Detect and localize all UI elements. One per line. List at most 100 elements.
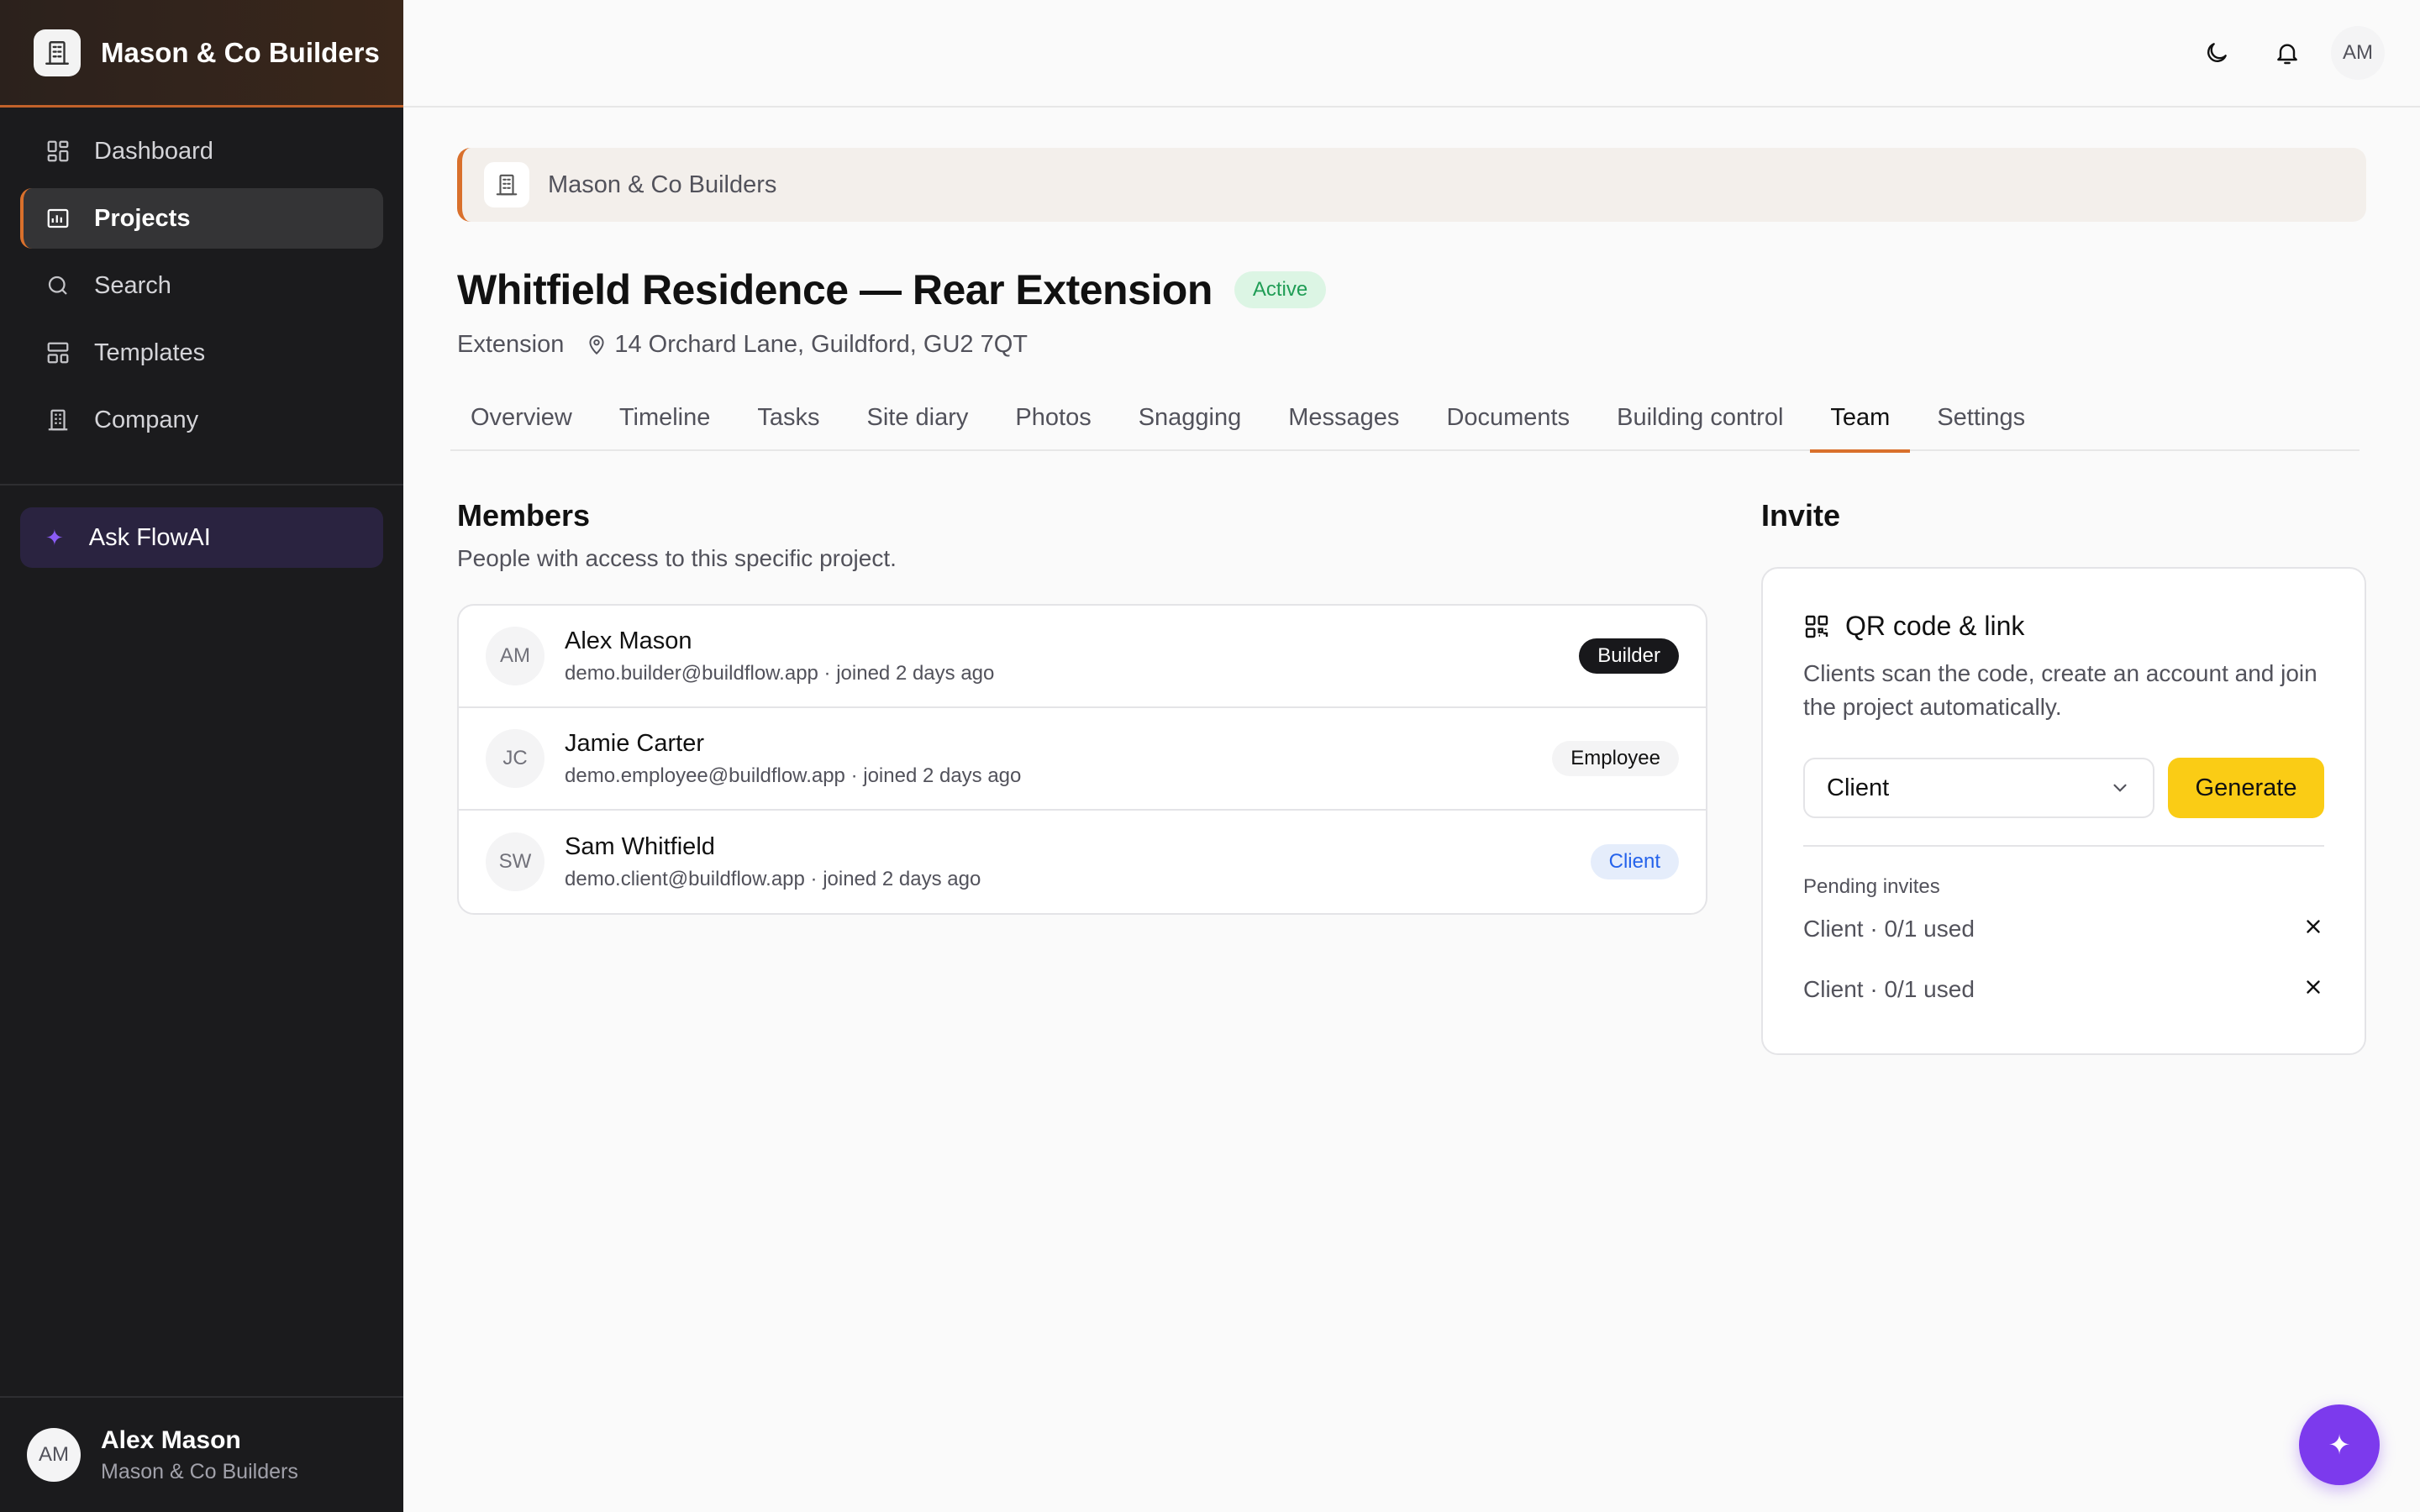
table-row[interactable]: SW Sam Whitfield demo.client@buildflow.a… — [459, 811, 1706, 913]
sidebar-item-templates[interactable]: Templates — [20, 323, 383, 383]
revoke-invite-button[interactable] — [2302, 916, 2324, 943]
building-icon — [484, 162, 529, 207]
role-badge: Employee — [1552, 741, 1679, 776]
app-root: Mason & Co Builders Dashboard Projects S… — [0, 0, 2420, 1512]
avatar: AM — [27, 1428, 81, 1482]
ask-flowai-label: Ask FlowAI — [88, 523, 211, 551]
table-row[interactable]: AM Alex Mason demo.builder@buildflow.app… — [459, 606, 1706, 708]
team-columns: Members People with access to this speci… — [457, 498, 2366, 1055]
main-area: AM Mason & Co Builders Whitfield Residen… — [403, 0, 2420, 1512]
tab-team[interactable]: Team — [1810, 401, 1911, 453]
generate-button[interactable]: Generate — [2168, 758, 2324, 818]
company-banner[interactable]: Mason & Co Builders — [457, 148, 2366, 222]
avatar: AM — [486, 627, 544, 685]
members-section: Members People with access to this speci… — [457, 498, 1707, 1055]
close-icon — [2307, 919, 2320, 933]
tab-overview[interactable]: Overview — [450, 401, 592, 451]
project-location: 14 Orchard Lane, Guildford, GU2 7QT — [586, 331, 1028, 359]
moon-icon — [2207, 43, 2227, 62]
sidebar-item-search[interactable]: Search — [20, 255, 383, 316]
tab-documents[interactable]: Documents — [1426, 401, 1590, 451]
sidebar-item-company[interactable]: Company — [20, 390, 383, 450]
pending-invite-text: Client · 0/1 used — [1803, 916, 1975, 942]
sidebar-item-label: Templates — [94, 339, 206, 366]
members-subtitle: People with access to this specific proj… — [457, 545, 897, 571]
tab-photos[interactable]: Photos — [995, 401, 1111, 451]
avatar: JC — [486, 729, 544, 788]
member-meta: demo.client@buildflow.app · joined 2 day… — [565, 867, 981, 890]
ask-flowai-button[interactable]: ✦ Ask FlowAI — [20, 507, 383, 568]
role-select-value: Client — [1827, 774, 1890, 801]
sidebar-item-label: Company — [94, 406, 199, 433]
templates-icon — [44, 339, 72, 367]
members-list: AM Alex Mason demo.builder@buildflow.app… — [457, 604, 1707, 915]
topbar: AM — [403, 0, 2420, 108]
sidebar-item-label: Projects — [94, 204, 191, 232]
building-icon — [34, 29, 81, 76]
invite-title: Invite — [1761, 498, 1841, 533]
tab-settings[interactable]: Settings — [1917, 401, 2045, 451]
sidebar-item-label: Search — [94, 271, 171, 299]
project-tabs: Overview Timeline Tasks Site diary Photo… — [450, 401, 2360, 453]
role-badge: Client — [1590, 844, 1679, 879]
invite-controls: Client Generate — [1803, 758, 2324, 818]
qr-description: Clients scan the code, create an account… — [1803, 660, 2317, 720]
sidebar-item-label: Dashboard — [94, 137, 213, 165]
tab-tasks[interactable]: Tasks — [737, 401, 839, 451]
sparkle-icon: ✦ — [45, 524, 64, 550]
sparkle-icon: ✦ — [2328, 1430, 2351, 1460]
chevron-down-icon — [2113, 784, 2127, 792]
sidebar-item-projects[interactable]: Projects — [20, 188, 383, 249]
qr-card-title-text: QR code & link — [1845, 611, 2025, 641]
status-badge: Active — [1234, 271, 1327, 308]
role-select[interactable]: Client — [1803, 758, 2154, 818]
project-address: 14 Orchard Lane, Guildford, GU2 7QT — [614, 331, 1028, 358]
user-avatar-button[interactable]: AM — [2331, 26, 2385, 80]
pending-invite-text: Client · 0/1 used — [1803, 976, 1975, 1002]
company-name: Mason & Co Builders — [548, 171, 777, 198]
qr-code-icon — [1805, 615, 1828, 638]
map-pin-icon — [589, 334, 604, 354]
projects-icon — [44, 204, 72, 233]
invite-section: Invite QR code & link Clients scan the c… — [1761, 498, 2366, 1055]
ai-assistant-fab[interactable]: ✦ — [2299, 1404, 2380, 1485]
sidebar-user[interactable]: AM Alex Mason Mason & Co Builders — [0, 1396, 403, 1512]
tab-site-diary[interactable]: Site diary — [847, 401, 989, 451]
notifications-button[interactable] — [2260, 26, 2314, 80]
user-org: Mason & Co Builders — [101, 1459, 298, 1483]
tab-messages[interactable]: Messages — [1268, 401, 1419, 451]
bell-icon — [2277, 44, 2297, 65]
tab-building-control[interactable]: Building control — [1597, 401, 1803, 451]
avatar: SW — [486, 832, 544, 891]
member-meta: demo.builder@buildflow.app · joined 2 da… — [565, 661, 995, 685]
revoke-invite-button[interactable] — [2302, 976, 2324, 1004]
member-meta: demo.employee@buildflow.app · joined 2 d… — [565, 764, 1022, 787]
dashboard-icon — [44, 137, 72, 165]
members-title: Members — [457, 498, 591, 533]
sidebar-item-dashboard[interactable]: Dashboard — [20, 121, 383, 181]
page-title: Whitfield Residence — Rear Extension — [457, 266, 1213, 313]
tab-timeline[interactable]: Timeline — [599, 401, 731, 451]
pending-invites-label: Pending invites — [1803, 875, 1940, 898]
company-icon — [44, 406, 72, 434]
member-name: Sam Whitfield — [565, 832, 715, 860]
sidebar: Mason & Co Builders Dashboard Projects S… — [0, 0, 403, 1512]
close-icon — [2307, 979, 2320, 994]
project-type: Extension — [457, 331, 565, 358]
list-item: Client · 0/1 used — [1803, 959, 2324, 1020]
invite-card: QR code & link Clients scan the code, cr… — [1761, 567, 2366, 1055]
brand-header[interactable]: Mason & Co Builders — [0, 0, 403, 108]
member-name: Alex Mason — [565, 627, 692, 654]
user-name: Alex Mason — [101, 1425, 241, 1454]
search-icon — [44, 271, 72, 300]
table-row[interactable]: JC Jamie Carter demo.employee@buildflow.… — [459, 708, 1706, 811]
list-item: Client · 0/1 used — [1803, 899, 2324, 959]
page-content: Mason & Co Builders Whitfield Residence … — [403, 108, 2420, 1055]
theme-toggle-button[interactable] — [2190, 26, 2244, 80]
tab-snagging[interactable]: Snagging — [1118, 401, 1262, 451]
brand-name: Mason & Co Builders — [101, 36, 380, 68]
qr-card-title: QR code & link — [1803, 611, 2324, 642]
member-name: Jamie Carter — [565, 729, 704, 757]
sidebar-nav: Dashboard Projects Search Templates Comp… — [0, 108, 403, 450]
project-meta: Extension 14 Orchard Lane, Guildford, GU… — [457, 331, 2366, 359]
